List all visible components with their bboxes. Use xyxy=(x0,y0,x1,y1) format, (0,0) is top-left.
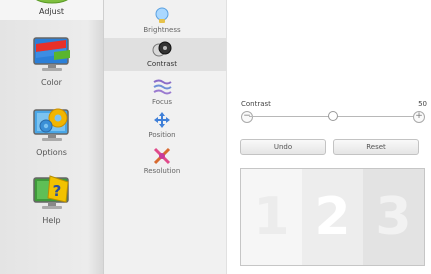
subnav-item-brightness[interactable]: Brightness xyxy=(104,4,226,37)
adjust-icon xyxy=(36,0,68,4)
sidebar-item-label: Adjust xyxy=(38,7,64,16)
position-icon xyxy=(154,112,170,128)
sidebar-item-label: Color xyxy=(41,78,62,87)
subnav-item-label: Brightness xyxy=(143,26,181,34)
subnav-item-label: Contrast xyxy=(147,60,177,68)
subnav-item-focus[interactable]: Focus xyxy=(104,76,226,109)
sidebar-item-label: Help xyxy=(42,216,61,225)
subnav-item-label: Focus xyxy=(152,98,172,106)
help-icon: ? xyxy=(33,175,69,209)
contrast-value: 50 xyxy=(418,100,427,108)
resolution-icon xyxy=(153,147,171,165)
contrast-slider[interactable]: − + xyxy=(241,111,425,123)
sidebar-item-color[interactable]: Color xyxy=(0,34,103,90)
subnav-item-position[interactable]: Position xyxy=(104,109,226,142)
preview-panel-2: 2 xyxy=(302,169,363,265)
sidebar-item-label: Options xyxy=(36,148,67,157)
focus-icon xyxy=(153,79,172,95)
preview-panel-1: 1 xyxy=(241,169,302,265)
color-icon xyxy=(33,37,70,71)
sidebar: Adjust Color Options ? Help xyxy=(0,0,104,274)
decrease-button[interactable]: − xyxy=(241,111,253,123)
sidebar-item-help[interactable]: ? Help xyxy=(0,172,103,228)
content-panel: Contrast 50 − + Undo Reset 1 2 3 xyxy=(227,0,431,274)
sidebar-item-options[interactable]: Options xyxy=(0,104,103,160)
subnav-item-label: Resolution xyxy=(143,167,181,175)
sidebar-item-adjust[interactable]: Adjust xyxy=(0,0,103,20)
undo-button[interactable]: Undo xyxy=(240,139,326,155)
contrast-label: Contrast xyxy=(241,100,271,108)
svg-text:?: ? xyxy=(53,182,62,200)
options-icon xyxy=(33,108,69,141)
slider-thumb[interactable] xyxy=(328,111,338,121)
contrast-icon xyxy=(152,41,172,57)
brightness-icon xyxy=(155,7,169,23)
contrast-preview: 1 2 3 xyxy=(240,168,425,266)
subnav-item-contrast[interactable]: Contrast xyxy=(104,38,226,71)
subnav-panel: Brightness Contrast Focus Position Resol… xyxy=(104,0,227,274)
reset-button[interactable]: Reset xyxy=(333,139,419,155)
subnav-item-label: Position xyxy=(148,131,176,139)
preview-panel-3: 3 xyxy=(363,169,424,265)
subnav-item-resolution[interactable]: Resolution xyxy=(104,145,226,178)
increase-button[interactable]: + xyxy=(413,111,425,123)
